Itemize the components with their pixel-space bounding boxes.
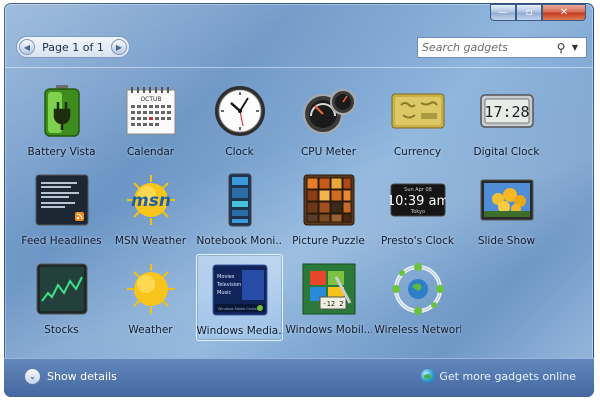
gadget-tile-notebook-monitor[interactable]: Notebook Moni...: [196, 165, 283, 252]
gadget-label: Feed Headlines: [21, 235, 102, 247]
chevron-right-icon: ▶: [115, 42, 123, 52]
msn-logo-text: msn: [131, 191, 171, 211]
next-page-button[interactable]: ▶: [110, 39, 127, 55]
gadget-label: Windows Media...: [196, 325, 283, 337]
gadget-label: Digital Clock: [473, 146, 540, 158]
minimize-button[interactable]: —: [490, 4, 516, 21]
media-menu-movies: Movies: [217, 274, 235, 280]
maximize-button[interactable]: ▫: [516, 4, 542, 21]
gadget-tile-msn-weather[interactable]: msn MSN Weather: [107, 165, 194, 252]
prestos-clock-icon: Sun Apr 08 10:39 am Tokyo: [390, 173, 446, 227]
gadget-label: Stocks: [44, 324, 79, 336]
gadget-gallery-window: — ▫ ✕ ◀ Page 1 of 1 ▶ ⚲ ▼ Battery Vista: [4, 3, 594, 397]
show-details-button[interactable]: ⌄ Show details: [24, 368, 117, 385]
feed-headlines-icon: [34, 173, 90, 227]
show-details-label: Show details: [47, 370, 117, 383]
gadget-tile-stocks[interactable]: Stocks: [18, 254, 105, 341]
gadget-tile-clock[interactable]: Clock: [196, 76, 283, 163]
page-navigator: ◀ Page 1 of 1 ▶: [16, 36, 130, 58]
maximize-icon: ▫: [525, 7, 533, 18]
gadget-tile-cpu-meter[interactable]: CPU Meter: [285, 76, 372, 163]
gadget-label: Notebook Moni...: [196, 235, 283, 247]
gadget-tile-currency[interactable]: Currency: [374, 76, 461, 163]
calendar-icon: OCTUB: [123, 84, 179, 138]
gadget-label: Currency: [393, 146, 442, 158]
prestos-clock-time: 10:39 am: [390, 194, 446, 209]
gadget-tile-prestos-clock[interactable]: Sun Apr 08 10:39 am Tokyo Presto's Clock: [374, 165, 461, 252]
media-center-footer: Windows Media Center: [218, 307, 259, 311]
get-more-gadgets-link[interactable]: Get more gadgets online: [421, 369, 576, 383]
search-box: ⚲ ▼: [417, 37, 587, 58]
gadget-label: Clock: [225, 146, 254, 158]
page-indicator: Page 1 of 1: [42, 40, 104, 54]
gadget-tile-weather[interactable]: Weather: [107, 254, 194, 341]
previous-page-button[interactable]: ◀: [19, 39, 35, 55]
gadget-label: Calendar: [126, 146, 175, 158]
gadget-label: CPU Meter: [300, 146, 357, 158]
gadget-grid: Battery Vista OCTUB Calendar Clock CPU M…: [18, 76, 578, 343]
gadget-label: Battery Vista: [27, 146, 96, 158]
search-dropdown-button[interactable]: ▼: [568, 43, 582, 52]
slide-show-icon: [479, 173, 535, 227]
toolbar-divider: [5, 67, 593, 68]
details-bar: ⌄ Show details Get more gadgets online: [4, 358, 594, 397]
search-icon[interactable]: ⚲: [554, 41, 568, 55]
windows-mobile-readout: -12 2: [322, 300, 343, 308]
gadget-tile-slide-show[interactable]: Slide Show: [463, 165, 550, 252]
gadget-tile-windows-media-center[interactable]: Movies Television Music Windows Media Ce…: [196, 254, 283, 341]
notebook-monitor-icon: [212, 173, 268, 227]
chevron-down-icon: ⌄: [24, 368, 41, 385]
media-menu-music: Music: [217, 290, 231, 296]
gadget-label: MSN Weather: [114, 235, 187, 247]
picture-puzzle-icon: [301, 173, 357, 227]
gadget-label: Windows Mobil...: [285, 324, 372, 336]
search-input[interactable]: [418, 40, 554, 55]
prestos-clock-date: Sun Apr 08: [404, 187, 432, 193]
close-button[interactable]: ✕: [542, 4, 586, 21]
gadget-tile-battery-vista[interactable]: Battery Vista: [18, 76, 105, 163]
windows-media-center-icon: Movies Television Music Windows Media Ce…: [212, 263, 268, 317]
chevron-left-icon: ◀: [23, 42, 31, 52]
window-controls: — ▫ ✕: [490, 4, 586, 21]
gadget-label: Wireless Network: [374, 324, 461, 336]
digital-clock-time: 17:28: [484, 103, 529, 121]
get-more-gadgets-label: Get more gadgets online: [439, 369, 576, 383]
gadget-tile-windows-mobile[interactable]: -12 2 Windows Mobil...: [285, 254, 372, 341]
windows-mobile-icon: -12 2: [301, 262, 357, 316]
stocks-icon: [34, 262, 90, 316]
media-menu-television: Television: [216, 282, 241, 288]
battery-icon: [34, 84, 90, 138]
gadget-tile-picture-puzzle[interactable]: Picture Puzzle: [285, 165, 372, 252]
gadget-label: Picture Puzzle: [292, 235, 365, 247]
weather-icon: [123, 262, 179, 316]
close-icon: ✕: [559, 7, 569, 18]
clock-icon: [212, 84, 268, 138]
wireless-network-icon: [390, 262, 446, 316]
cpu-meter-icon: [301, 84, 357, 138]
gadget-label: Presto's Clock: [381, 235, 454, 247]
gadget-tile-calendar[interactable]: OCTUB Calendar: [107, 76, 194, 163]
prestos-clock-city: Tokyo: [410, 209, 425, 215]
minimize-icon: —: [498, 7, 508, 18]
gadget-label: Weather: [128, 324, 173, 336]
gadget-tile-feed-headlines[interactable]: Feed Headlines: [18, 165, 105, 252]
calendar-month-text: OCTUB: [140, 96, 161, 103]
globe-icon: [421, 369, 436, 383]
gadget-tile-digital-clock[interactable]: 17:28 Digital Clock: [463, 76, 550, 163]
gadget-label: Slide Show: [477, 235, 536, 247]
currency-icon: [390, 84, 446, 138]
digital-clock-icon: 17:28: [479, 84, 535, 138]
msn-weather-icon: msn: [123, 173, 179, 227]
gadget-tile-wireless-network[interactable]: Wireless Network: [374, 254, 461, 341]
